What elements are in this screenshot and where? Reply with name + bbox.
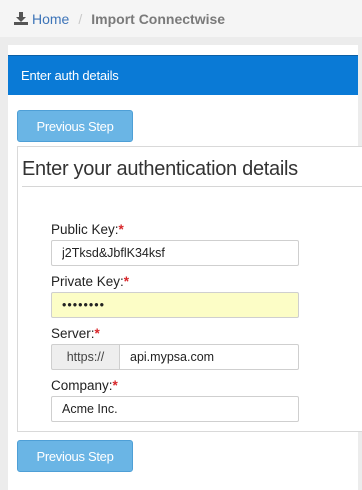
breadcrumb-separator: / [78, 10, 83, 27]
required-marker: * [118, 222, 124, 237]
company-input[interactable] [51, 396, 299, 422]
previous-step-button-top[interactable]: Previous Step [17, 110, 133, 142]
server-label: Server:* [51, 326, 100, 341]
title-divider [22, 186, 362, 187]
form-title: Enter your authentication details [22, 158, 298, 180]
server-protocol-addon: https:// [51, 344, 120, 370]
panel-header: Enter auth details [8, 55, 358, 95]
required-marker: * [112, 378, 118, 393]
download-icon [14, 12, 28, 25]
breadcrumb-home-link[interactable]: Home [14, 11, 69, 27]
required-marker: * [94, 326, 100, 341]
required-marker: * [123, 274, 130, 289]
company-label: Company:* [51, 378, 118, 393]
previous-step-label: Previous Step [36, 448, 114, 464]
previous-step-label: Previous Step [36, 118, 114, 134]
server-input[interactable] [119, 344, 299, 370]
private-key-input[interactable] [51, 292, 299, 318]
previous-step-button-bottom[interactable]: Previous Step [17, 440, 133, 472]
panel-header-title: Enter auth details [21, 68, 119, 83]
breadcrumb-home-label[interactable]: Home [32, 11, 69, 27]
public-key-input[interactable] [51, 240, 299, 266]
breadcrumb: Home / Import Connectwise [0, 0, 362, 37]
public-key-label: Public Key:* [51, 222, 124, 237]
private-key-label: Private Key:* [51, 274, 130, 289]
breadcrumb-current-page: Import Connectwise [91, 10, 226, 27]
